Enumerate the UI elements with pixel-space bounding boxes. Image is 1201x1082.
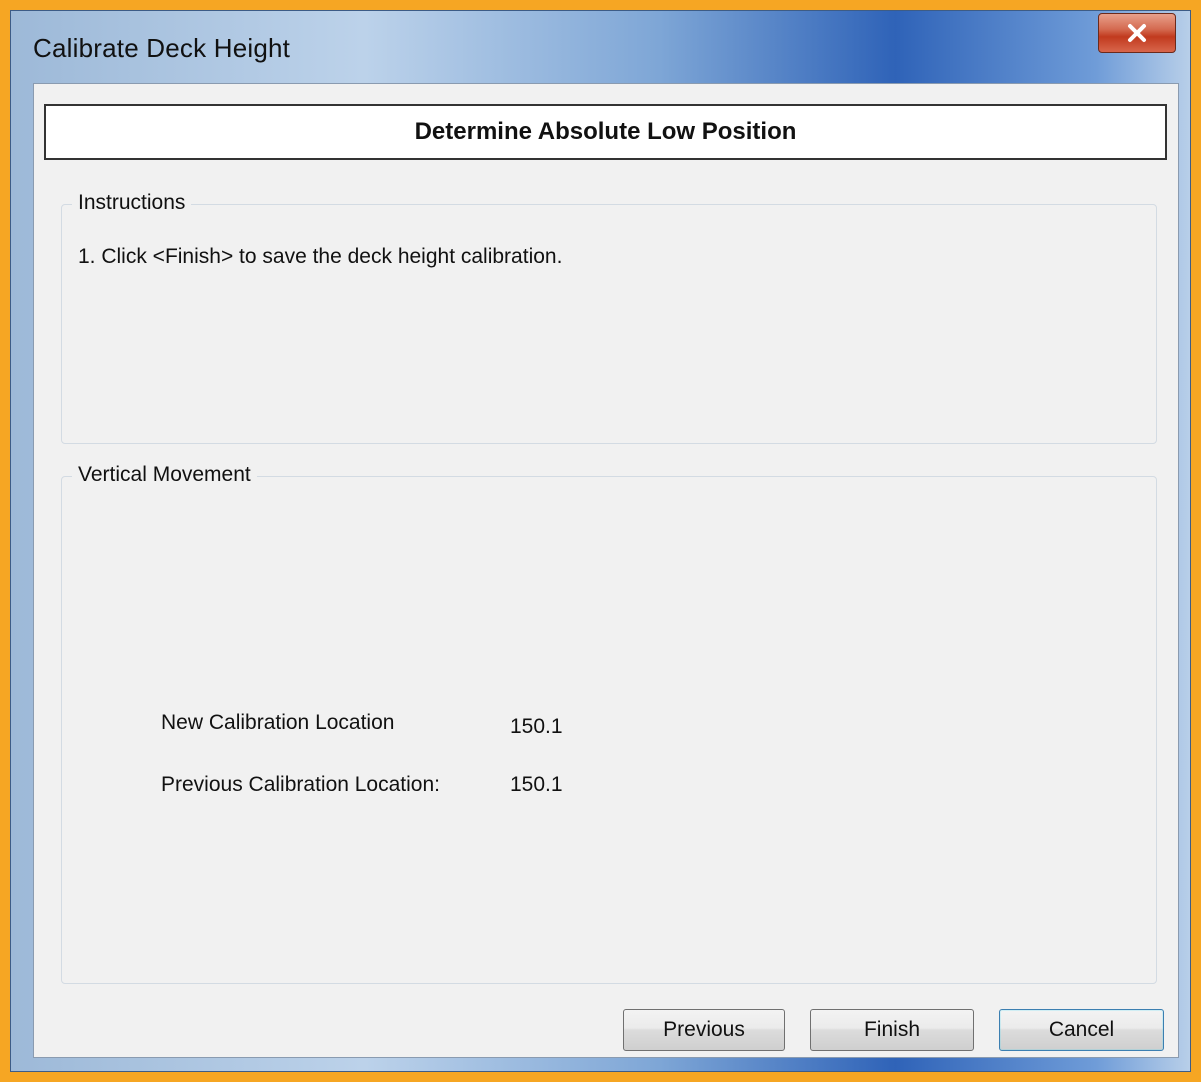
new-calibration-label: New Calibration Location <box>161 711 395 734</box>
instructions-group: Instructions 1. Click <Finish> to save t… <box>61 191 1157 444</box>
step-title: Determine Absolute Low Position <box>414 118 797 145</box>
instruction-text: 1. Click <Finish> to save the deck heigh… <box>78 245 563 268</box>
previous-calibration-value: 150.1 <box>510 773 563 796</box>
step-header: Determine Absolute Low Position <box>44 104 1167 160</box>
title-bar[interactable]: Calibrate Deck Height <box>11 11 1190 81</box>
vertical-movement-group: Vertical Movement New Calibration Locati… <box>61 463 1157 984</box>
close-button[interactable] <box>1098 13 1176 53</box>
new-calibration-value: 150.1 <box>510 715 563 738</box>
finish-button[interactable]: Finish <box>810 1009 974 1051</box>
window-title: Calibrate Deck Height <box>33 33 291 63</box>
previous-calibration-label: Previous Calibration Location: <box>161 773 440 796</box>
instructions-legend: Instructions <box>72 191 192 215</box>
vertical-movement-legend: Vertical Movement <box>72 463 257 487</box>
dialog-window: Calibrate Deck Height Determine Absolute… <box>10 10 1191 1072</box>
close-icon <box>1128 24 1146 42</box>
previous-button[interactable]: Previous <box>623 1009 785 1051</box>
dialog-client-area: Determine Absolute Low Position Instruct… <box>33 83 1179 1058</box>
cancel-button[interactable]: Cancel <box>999 1009 1164 1051</box>
